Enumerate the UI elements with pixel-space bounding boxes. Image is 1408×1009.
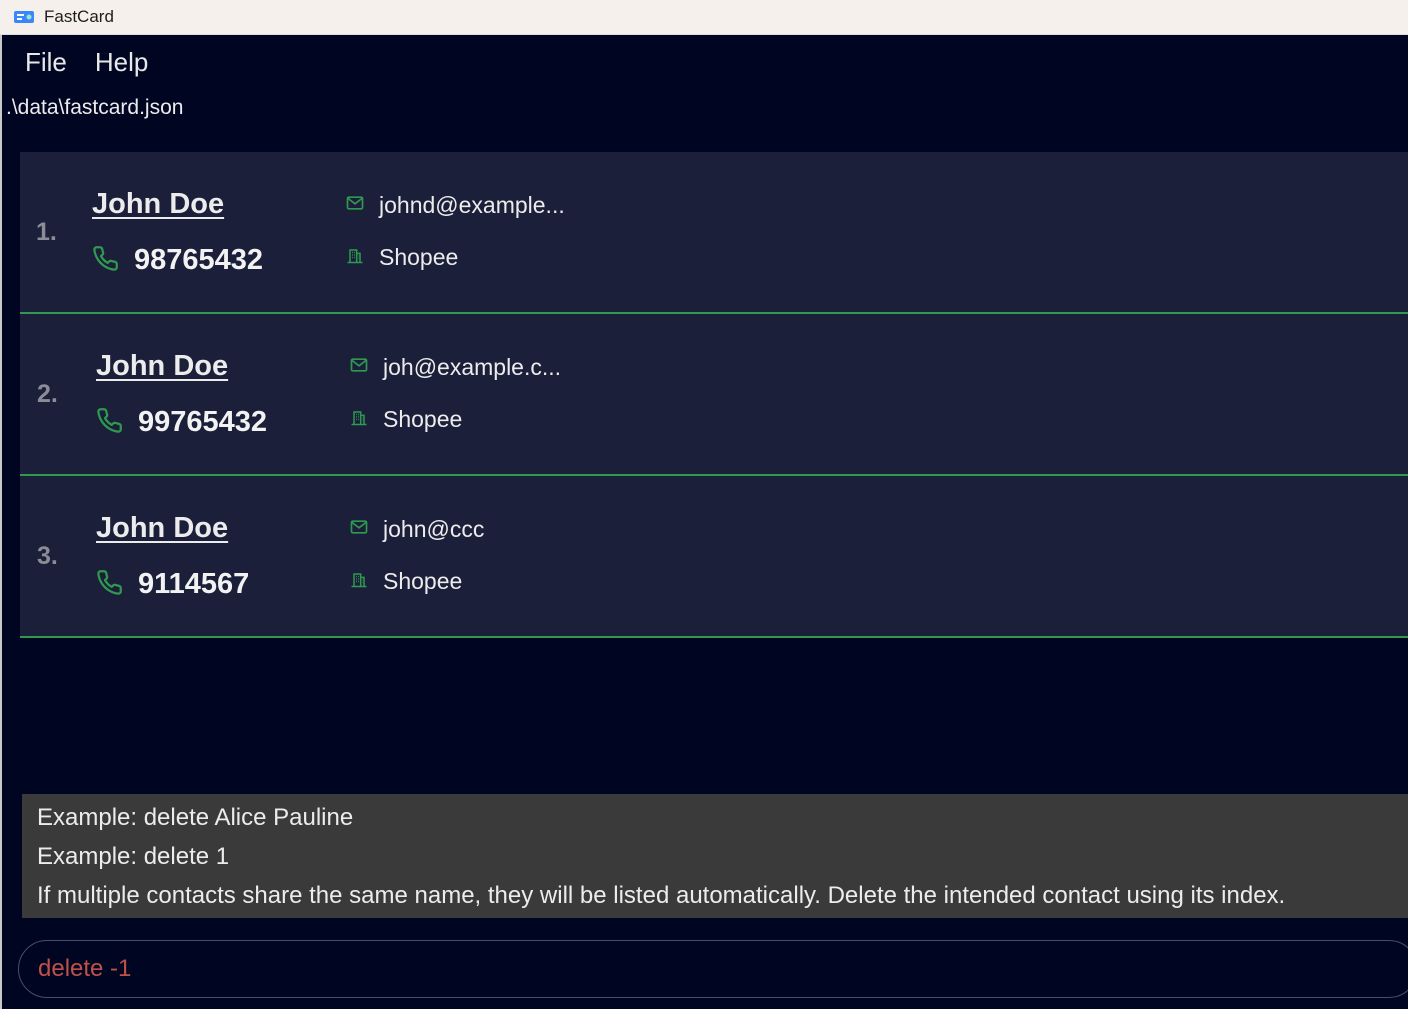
contact-email: john@ccc xyxy=(383,516,485,542)
contact-email: joh@example.c... xyxy=(383,354,562,380)
contact-name: John Doe xyxy=(96,350,229,382)
organization-row: Shopee xyxy=(345,244,458,271)
email-row: john@ccc xyxy=(349,516,484,543)
window-border xyxy=(0,35,2,1009)
building-icon xyxy=(349,569,369,594)
window-title: FastCard xyxy=(44,7,114,26)
mail-icon xyxy=(345,193,365,218)
email-row: joh@example.c... xyxy=(349,354,561,381)
phone-row: 98765432 xyxy=(92,244,263,277)
email-row: johnd@example... xyxy=(345,192,565,219)
building-icon xyxy=(349,407,369,432)
organization-row: Shopee xyxy=(349,406,462,433)
contact-organization: Shopee xyxy=(379,244,459,270)
contact-card[interactable]: 1. John Doe 98765432 johnd@example... Sh… xyxy=(20,152,1408,314)
contact-list[interactable]: 1. John Doe 98765432 johnd@example... Sh… xyxy=(20,152,1408,638)
contact-index: 2. xyxy=(37,380,58,408)
contact-name: John Doe xyxy=(92,188,225,220)
building-icon xyxy=(345,245,365,270)
result-line: Example: delete Alice Pauline xyxy=(37,804,354,831)
organization-row: Shopee xyxy=(349,568,462,595)
phone-row: 9114567 xyxy=(96,568,249,601)
contact-card[interactable]: 2. John Doe 99765432 joh@example.c... Sh… xyxy=(20,314,1408,476)
result-line: If multiple contacts share the same name… xyxy=(37,882,1286,909)
command-input[interactable] xyxy=(36,954,1240,984)
title-bar: FastCard xyxy=(0,0,1408,35)
phone-row: 99765432 xyxy=(96,406,267,439)
mail-icon xyxy=(349,355,369,380)
result-line: Example: delete 1 xyxy=(37,843,230,870)
contact-organization: Shopee xyxy=(383,406,463,432)
contact-card[interactable]: 3. John Doe 9114567 john@ccc Shopee xyxy=(20,476,1408,638)
contact-name: John Doe xyxy=(96,512,229,544)
menu-file[interactable]: File xyxy=(2,47,81,78)
command-box[interactable] xyxy=(18,940,1408,998)
file-path-status: .\data\fastcard.json xyxy=(6,96,184,119)
contact-organization: Shopee xyxy=(383,568,463,594)
contact-index: 1. xyxy=(36,218,57,246)
contact-index: 3. xyxy=(37,542,58,570)
fastcard-app-icon xyxy=(13,10,35,24)
contact-email: johnd@example... xyxy=(379,192,565,218)
menu-bar: File Help xyxy=(2,35,162,89)
mail-icon xyxy=(349,517,369,542)
phone-icon xyxy=(96,569,123,601)
phone-icon xyxy=(92,245,119,277)
contact-phone: 99765432 xyxy=(138,406,268,438)
contact-phone: 9114567 xyxy=(138,568,250,600)
result-display: Example: delete Alice Pauline Example: d… xyxy=(22,794,1408,918)
phone-icon xyxy=(96,407,123,439)
contact-phone: 98765432 xyxy=(134,244,264,276)
menu-help[interactable]: Help xyxy=(81,47,162,78)
